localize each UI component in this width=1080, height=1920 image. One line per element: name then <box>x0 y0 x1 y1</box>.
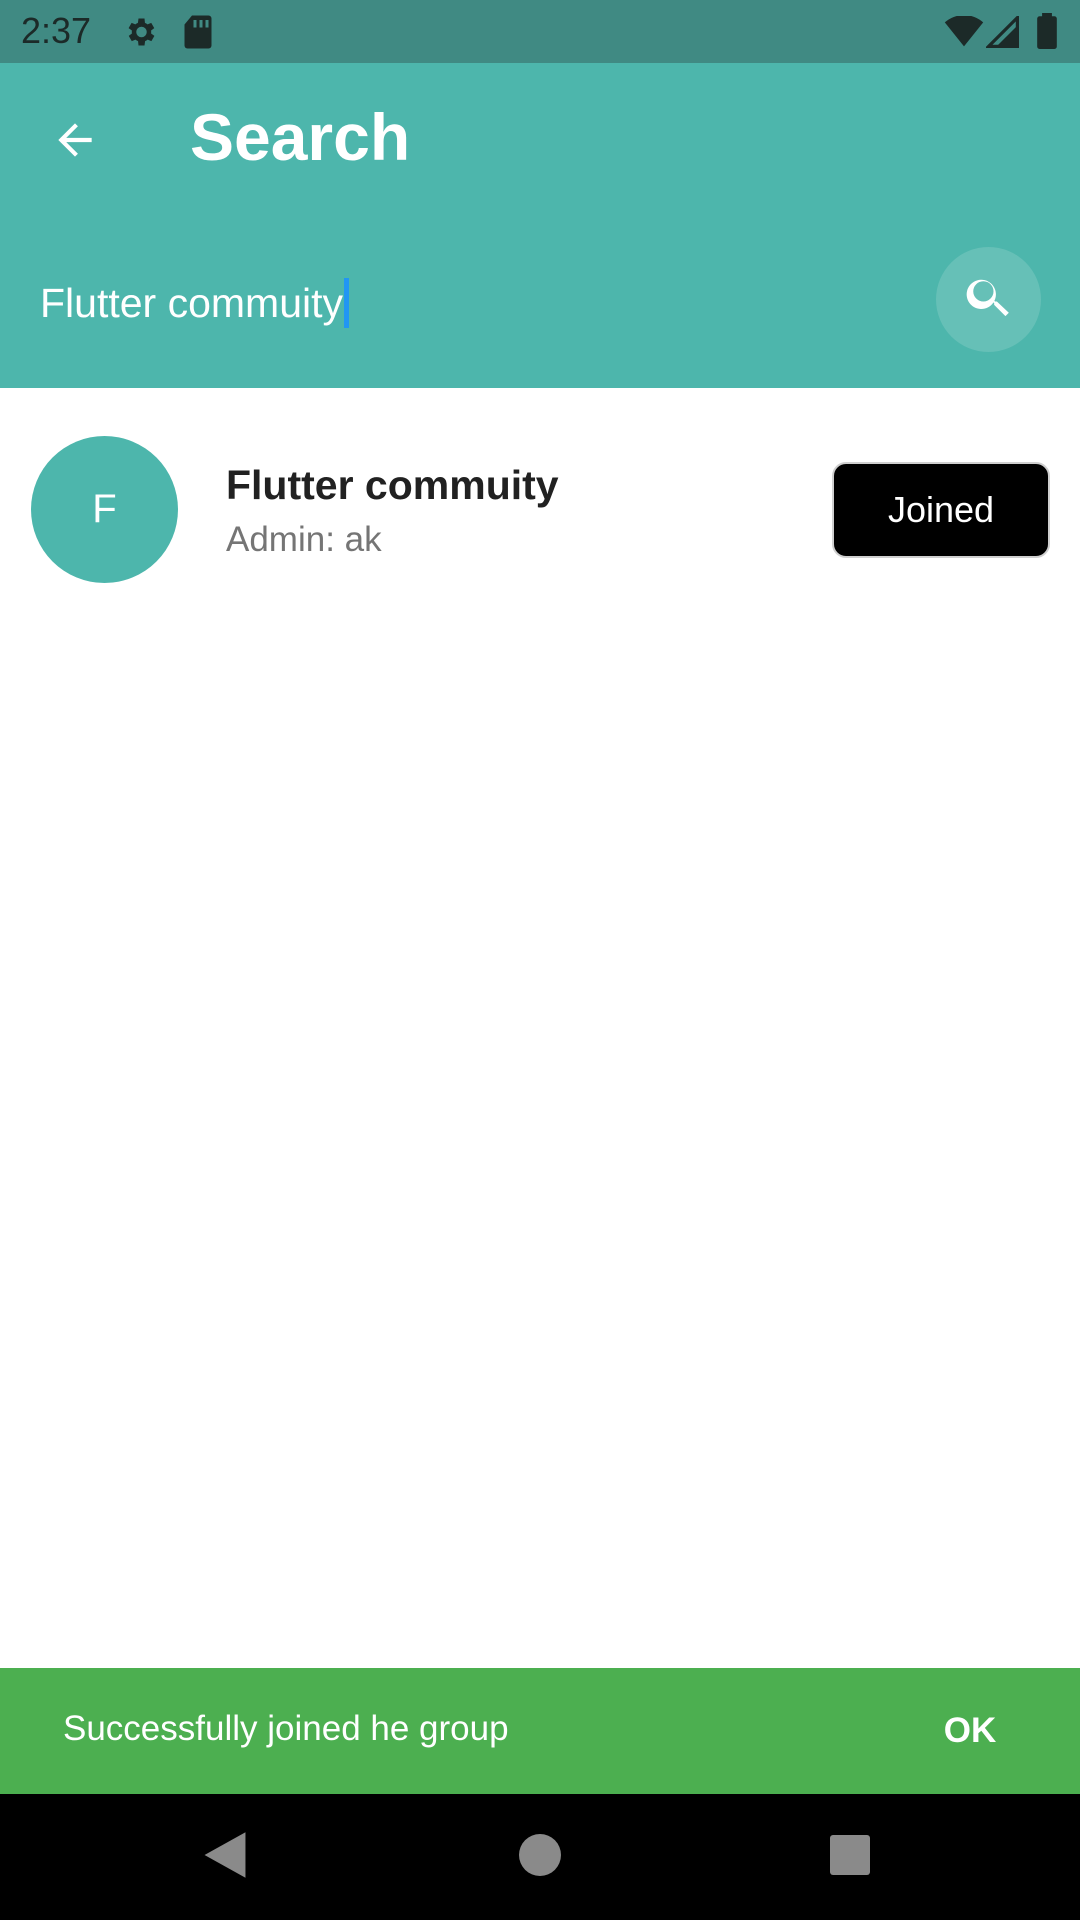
battery-icon <box>1036 13 1058 54</box>
search-icon <box>962 270 1016 329</box>
group-admin: Admin: ak <box>226 520 382 559</box>
snackbar-ok-button[interactable]: OK <box>920 1704 1020 1758</box>
search-button[interactable] <box>936 247 1041 352</box>
page-title: Search <box>190 100 411 174</box>
nav-home-button[interactable] <box>510 1827 570 1887</box>
settings-icon <box>122 14 158 55</box>
snackbar: Successfully joined he group OK <box>0 1668 1080 1794</box>
status-bar: 2:37 <box>0 0 1080 63</box>
avatar-letter: F <box>92 487 117 531</box>
snackbar-message: Successfully joined he group <box>63 1709 509 1748</box>
sd-card-icon <box>182 14 214 55</box>
app-bar: Search Flutter commuity <box>0 63 1080 388</box>
list-item[interactable]: F Flutter commuity Admin: ak Joined <box>0 420 1080 600</box>
back-button[interactable] <box>40 107 110 177</box>
arrow-back-icon <box>50 115 100 170</box>
status-time: 2:37 <box>21 10 92 51</box>
nav-recents-button[interactable] <box>820 1827 880 1887</box>
search-input-value: Flutter commuity <box>40 279 343 326</box>
recents-square-icon <box>830 1834 870 1880</box>
avatar: F <box>31 436 178 583</box>
text-cursor <box>344 278 349 328</box>
home-circle-icon <box>519 1833 561 1881</box>
signal-icon <box>984 13 1020 53</box>
group-name: Flutter commuity <box>226 462 559 508</box>
nav-back-button[interactable] <box>195 1827 255 1887</box>
search-input[interactable]: Flutter commuity <box>40 268 890 338</box>
wifi-icon <box>944 15 984 53</box>
back-triangle-icon <box>202 1830 248 1885</box>
joined-button[interactable]: Joined <box>832 462 1050 558</box>
navigation-bar <box>0 1794 1080 1920</box>
